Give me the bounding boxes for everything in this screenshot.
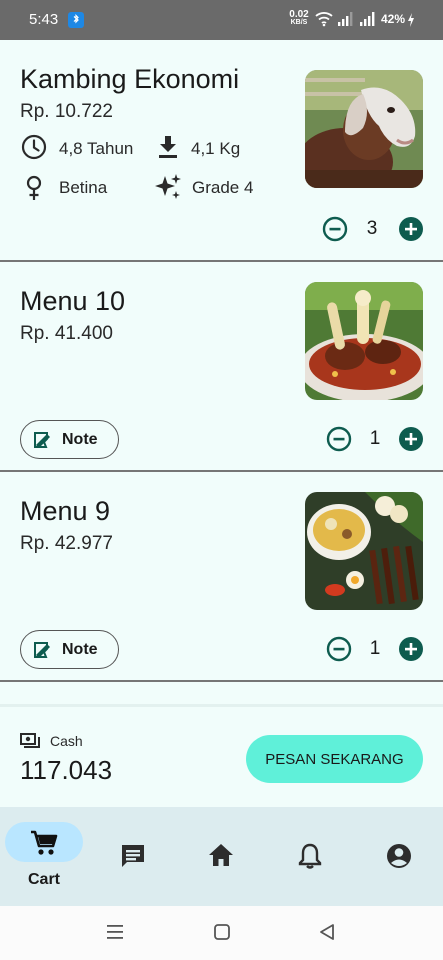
increase-quantity-button[interactable] bbox=[398, 636, 424, 662]
home-nav-icon[interactable] bbox=[213, 923, 231, 946]
item-title: Menu 10 bbox=[20, 286, 126, 316]
nav-cart-label: Cart bbox=[27, 871, 60, 888]
note-label: Note bbox=[62, 641, 98, 658]
item-price: Rp. 10.722 bbox=[20, 101, 113, 122]
item-divider bbox=[0, 680, 443, 682]
sparkle-icon bbox=[154, 173, 182, 206]
soup-satay-photo bbox=[305, 492, 423, 610]
payment-method-label: Cash bbox=[50, 733, 83, 749]
system-navigation-bar bbox=[0, 906, 443, 960]
item-grade: Grade 4 bbox=[192, 178, 254, 197]
chat-icon[interactable] bbox=[120, 843, 146, 874]
nav-cart-button[interactable] bbox=[5, 822, 83, 862]
item-age: 4,8 Tahun bbox=[59, 139, 134, 158]
download-icon bbox=[157, 135, 179, 164]
bluetooth-icon bbox=[68, 12, 84, 28]
checkout-bar: Cash 117.043 PESAN SEKARANG bbox=[0, 704, 443, 807]
back-icon[interactable] bbox=[318, 923, 336, 946]
item-price: Rp. 41.400 bbox=[20, 323, 113, 344]
signal-icon bbox=[360, 12, 376, 31]
recent-apps-icon[interactable] bbox=[106, 923, 124, 946]
increase-quantity-button[interactable] bbox=[398, 216, 424, 242]
note-label: Note bbox=[62, 431, 98, 448]
item-price: Rp. 42.977 bbox=[20, 533, 113, 554]
item-title: Kambing Ekonomi bbox=[20, 64, 240, 94]
cart-item: Menu 9 Rp. 42.977 Note 1 bbox=[0, 472, 443, 680]
goat-photo bbox=[305, 70, 423, 188]
item-gender: Betina bbox=[59, 178, 108, 197]
battery-level: 42% bbox=[381, 12, 406, 26]
bell-icon[interactable] bbox=[298, 843, 322, 874]
cash-icon bbox=[20, 732, 40, 753]
note-edit-icon bbox=[32, 641, 52, 662]
item-weight: 4,1 Kg bbox=[191, 139, 241, 158]
clock-icon bbox=[21, 134, 47, 165]
decrease-quantity-button[interactable] bbox=[326, 636, 352, 662]
charging-icon bbox=[407, 13, 415, 32]
quantity-value: 1 bbox=[369, 638, 381, 659]
home-icon[interactable] bbox=[208, 843, 234, 872]
quantity-value: 3 bbox=[366, 218, 378, 239]
note-button[interactable]: Note bbox=[20, 630, 119, 669]
status-time: 5:43 bbox=[29, 11, 59, 28]
status-bar: 5:43 0.02 KB/S 42% bbox=[0, 0, 443, 40]
decrease-quantity-button[interactable] bbox=[326, 426, 352, 452]
female-icon bbox=[25, 175, 43, 206]
network-speed: 0.02 KB/S bbox=[289, 9, 309, 27]
increase-quantity-button[interactable] bbox=[398, 426, 424, 452]
bottom-nav: Cart bbox=[0, 807, 443, 906]
cart-total: 117.043 bbox=[20, 755, 113, 785]
quantity-value: 1 bbox=[369, 428, 381, 449]
cart-item: Menu 10 Rp. 41.400 Note 1 bbox=[0, 262, 443, 470]
order-now-button[interactable]: PESAN SEKARANG bbox=[246, 735, 423, 783]
account-icon[interactable] bbox=[386, 843, 412, 874]
signal-icon bbox=[338, 12, 354, 31]
item-title: Menu 9 bbox=[20, 496, 111, 526]
decrease-quantity-button[interactable] bbox=[322, 216, 348, 242]
cart-item: Kambing Ekonomi Rp. 10.722 4,8 Tahun 4,1… bbox=[0, 40, 443, 262]
meat-curry-photo bbox=[305, 282, 423, 400]
note-button[interactable]: Note bbox=[20, 420, 119, 459]
wifi-icon bbox=[315, 11, 333, 32]
note-edit-icon bbox=[32, 431, 52, 452]
